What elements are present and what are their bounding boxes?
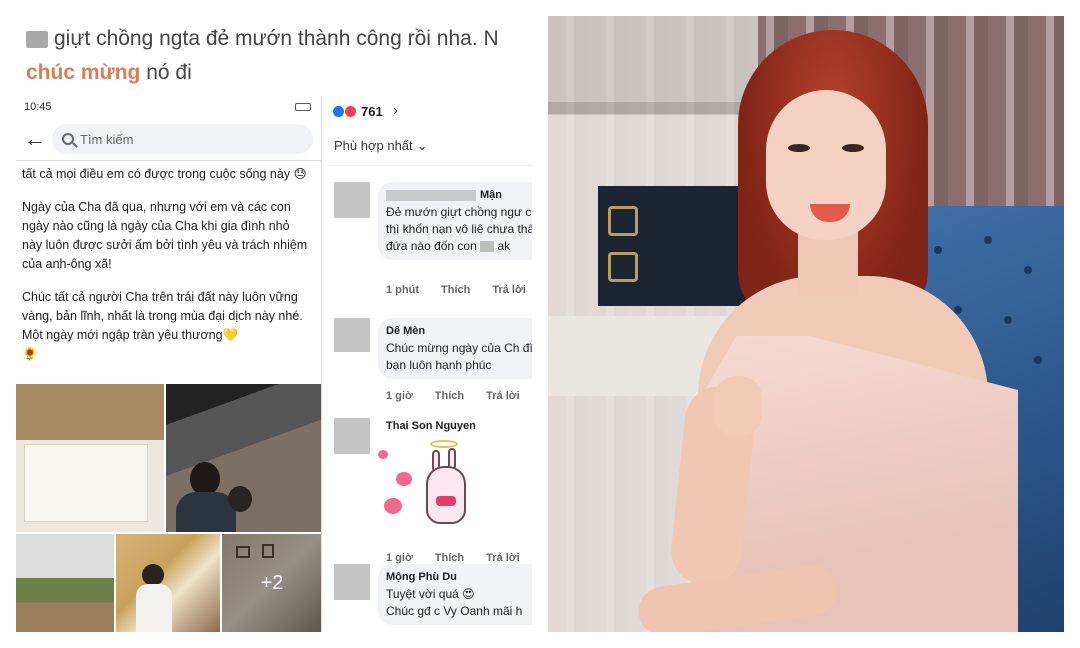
portrait-photo (548, 16, 1064, 632)
post-photo-grid: +2 (16, 384, 321, 632)
child-shape (228, 486, 252, 512)
post-photo[interactable] (16, 384, 164, 532)
comment-sort-dropdown[interactable]: Phù hợp nhất ⌄ (326, 126, 532, 166)
back-arrow-icon[interactable]: ← (24, 126, 46, 152)
commenter-name[interactable]: Dế Mèn (386, 323, 532, 340)
avatar[interactable] (334, 318, 370, 352)
sticker-bunny (426, 466, 466, 524)
person-shape (176, 492, 236, 532)
post-paragraph: tất cả mọi điều em có được trong cuộc số… (22, 167, 307, 181)
redacted-name (26, 30, 48, 48)
screenshot-collage: giựt chồng ngta đẻ mướn thành công rồi n… (16, 16, 532, 632)
facebook-post-screenshot: 10:45 ← Tìm kiếm tất cả mọi điều em có đ… (16, 96, 322, 632)
redacted-name (386, 189, 476, 201)
like-link[interactable]: Thích (435, 390, 464, 402)
comment-meta: 1 phút Thích Trả lời (386, 284, 526, 296)
heart-icon (384, 498, 402, 514)
comment-time: 1 phút (386, 284, 419, 296)
post-paragraph: 🌻 (22, 347, 38, 361)
person-shape (190, 462, 220, 496)
eye (842, 144, 864, 152)
comment-bubble: Mận Đẻ mướn giựt chồng ngư cách thì khốn… (378, 182, 532, 260)
post-photo-more[interactable]: +2 (222, 534, 321, 632)
cabinet-trim (608, 206, 638, 236)
sticker-image (378, 440, 478, 540)
reaction-count: 761 (361, 103, 383, 119)
heart-icon (396, 472, 412, 486)
comment-text: Chúc gđ c Vy Oanh mãi h (386, 604, 523, 618)
status-bar: 10:45 (16, 96, 321, 118)
avatar[interactable] (334, 564, 370, 600)
comment-bubble: Mộng Phù Du Tuyệt vời quá 😍 Chúc gđ c Vy… (378, 564, 532, 625)
post-photo[interactable] (116, 534, 220, 632)
comment-text: Chúc mừng ngày của Ch đình bạn luôn hạnh… (386, 341, 532, 372)
like-link[interactable]: Thích (441, 284, 470, 296)
headline-tail: nó đi (146, 61, 192, 84)
sort-label: Phù hợp nhất (334, 138, 413, 153)
more-photos-count: +2 (222, 534, 321, 632)
cabinet-trim (608, 252, 638, 282)
commenter-name[interactable]: Mận (386, 187, 532, 204)
headline-line1: giựt chồng ngta đẻ mướn thành công rồi n… (54, 27, 499, 50)
search-input[interactable]: Tìm kiếm (52, 124, 313, 154)
redacted-word (480, 241, 495, 253)
woman-figure (635, 26, 1018, 632)
comment-meta: 1 giờ Thích Trả lời (386, 390, 520, 402)
chair-tuft (1024, 266, 1032, 274)
comments-screenshot: 761 › Phù hợp nhất ⌄ Mận Đẻ mướn giựt ch… (326, 96, 532, 632)
reply-link[interactable]: Trả lời (486, 552, 520, 564)
comment-text: Tuyệt vời quá 😍 (386, 587, 475, 601)
comment-bubble: Dế Mèn Chúc mừng ngày của Ch đình bạn lu… (378, 318, 532, 379)
chevron-right-icon: › (392, 102, 399, 119)
reply-link[interactable]: Trả lời (486, 390, 520, 402)
avatar[interactable] (334, 182, 370, 218)
comment-time: 1 giờ (386, 390, 413, 402)
child-shape (136, 584, 172, 632)
child-shape (142, 564, 164, 586)
love-reaction-icon (344, 104, 357, 118)
status-icons (295, 103, 311, 111)
commenter-name[interactable]: Thai Son Nguyen (386, 420, 476, 432)
top-nav-bar: ← Tìm kiếm (16, 118, 321, 160)
handwritten-card (24, 444, 148, 522)
post-paragraph: Chúc tất cả người Cha trên trái đất này … (22, 290, 303, 342)
post-body: tất cả mọi điều em có được trong cuộc số… (16, 161, 321, 364)
post-paragraph: Ngày của Cha đã qua, nhưng với em và các… (22, 200, 308, 271)
headline-caption: giựt chồng ngta đẻ mướn thành công rồi n… (26, 22, 526, 90)
comment-text-tail: ak (497, 239, 511, 253)
avatar[interactable] (334, 418, 370, 454)
heart-icon (378, 450, 388, 459)
headline-highlight: chúc mừng (26, 61, 141, 84)
commenter-name-text: Mận (480, 189, 502, 201)
eye (788, 144, 810, 152)
search-placeholder: Tìm kiếm (80, 131, 134, 147)
comment-meta: 1 giờ Thích Trả lời (386, 552, 520, 564)
status-time: 10:45 (24, 101, 52, 113)
sticker-bow (436, 496, 456, 506)
search-icon (62, 133, 74, 145)
reactions-summary[interactable]: 761 › (326, 96, 532, 126)
chair-tuft (1034, 356, 1042, 364)
finger-heart-hand (714, 376, 762, 436)
sticker-halo (430, 440, 458, 448)
comment-time: 1 giờ (386, 552, 413, 564)
reply-link[interactable]: Trả lời (492, 284, 526, 296)
commenter-name[interactable]: Mộng Phù Du (386, 569, 532, 586)
like-link[interactable]: Thích (435, 552, 464, 564)
post-photo[interactable] (16, 534, 114, 632)
chevron-down-icon: ⌄ (416, 137, 428, 153)
post-photo[interactable] (166, 384, 321, 532)
battery-icon (295, 103, 311, 111)
